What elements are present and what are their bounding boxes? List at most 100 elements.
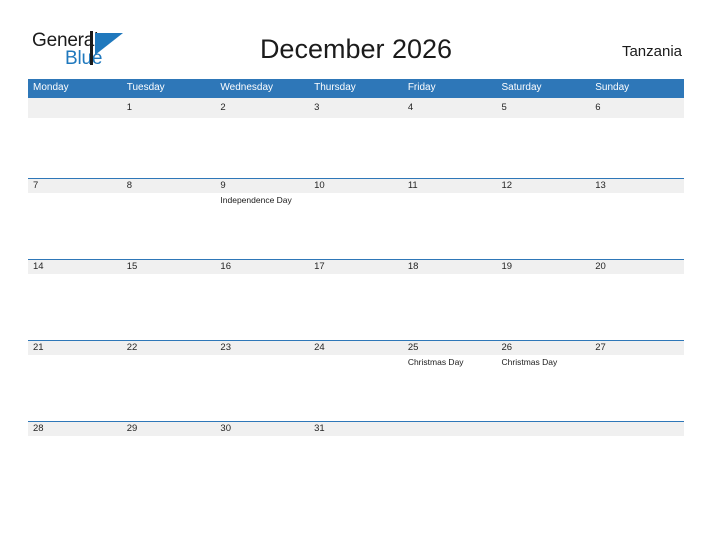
day-number: 2 xyxy=(220,102,226,113)
day-cell[interactable]: 31 xyxy=(309,422,403,436)
day-events xyxy=(215,436,309,437)
day-events xyxy=(309,274,403,275)
day-events xyxy=(497,118,591,119)
day-cell[interactable]: 12 xyxy=(497,179,591,193)
country-label: Tanzania xyxy=(621,43,682,60)
day-cell[interactable]: 30 xyxy=(215,422,309,436)
day-events xyxy=(590,193,684,206)
weekday-header-saturday: Saturday xyxy=(501,82,542,93)
day-cell[interactable]: 18 xyxy=(403,260,497,274)
date-number-band: 28 29 30 31 xyxy=(28,422,684,436)
calendar-week-row: 28 29 30 31 xyxy=(28,421,684,455)
day-cell[interactable]: 27 xyxy=(590,341,684,355)
day-events xyxy=(497,193,591,206)
date-number-band: 7 8 9 10 11 12 13 xyxy=(28,179,684,193)
day-cell[interactable]: 26 xyxy=(497,341,591,355)
weekday-header-row: Monday Tuesday Wednesday Thursday Friday… xyxy=(28,79,684,97)
date-number-band: 1 2 3 4 5 6 xyxy=(28,98,684,118)
day-cell[interactable]: 8 xyxy=(122,179,216,193)
day-cell[interactable]: 17 xyxy=(309,260,403,274)
weekday-header-wednesday: Wednesday xyxy=(220,82,274,93)
day-cell[interactable]: 11 xyxy=(403,179,497,193)
day-cell[interactable]: 15 xyxy=(122,260,216,274)
day-events xyxy=(28,355,122,368)
day-cell[interactable] xyxy=(403,422,497,436)
day-events xyxy=(403,118,497,119)
day-cell[interactable]: 20 xyxy=(590,260,684,274)
event-label: Christmas Day xyxy=(501,357,558,367)
day-cell[interactable]: 9 xyxy=(215,179,309,193)
date-number-band: 21 22 23 24 25 26 27 xyxy=(28,341,684,355)
day-number: 13 xyxy=(595,180,606,191)
day-cell[interactable]: 13 xyxy=(590,179,684,193)
day-cell[interactable] xyxy=(497,422,591,436)
calendar-week-row: 21 22 23 24 25 26 27 Christmas Day Chris… xyxy=(28,340,684,421)
day-cell[interactable]: 10 xyxy=(309,179,403,193)
day-events xyxy=(309,355,403,368)
page-header: General Blue December 2026 Tanzania xyxy=(0,0,712,78)
day-cell[interactable]: 2 xyxy=(215,98,309,118)
day-number: 26 xyxy=(501,342,513,353)
day-events xyxy=(497,436,591,437)
weekday-header-tuesday: Tuesday xyxy=(126,82,165,93)
day-number: 17 xyxy=(314,261,325,272)
day-cell[interactable] xyxy=(28,98,122,118)
day-events xyxy=(309,118,403,119)
day-number: 25 xyxy=(407,342,419,353)
day-number: 14 xyxy=(33,261,44,272)
day-events xyxy=(122,274,216,275)
day-number: 11 xyxy=(407,180,418,191)
day-events xyxy=(590,355,684,368)
day-cell[interactable]: 1 xyxy=(122,98,216,118)
day-number: 1 xyxy=(126,102,132,113)
day-events xyxy=(215,274,309,275)
day-cell[interactable]: 29 xyxy=(122,422,216,436)
day-number: 12 xyxy=(501,180,513,191)
day-cell[interactable]: 7 xyxy=(28,179,122,193)
day-cell[interactable]: 19 xyxy=(497,260,591,274)
day-cell[interactable]: 22 xyxy=(122,341,216,355)
day-cell[interactable]: 14 xyxy=(28,260,122,274)
calendar-week-row: 7 8 9 10 11 12 13 Independence Day xyxy=(28,178,684,259)
day-cell[interactable]: 24 xyxy=(309,341,403,355)
day-cell[interactable]: 28 xyxy=(28,422,122,436)
day-number: 4 xyxy=(407,102,414,113)
event-band: Christmas Day Christmas Day xyxy=(28,355,684,368)
day-events xyxy=(28,274,122,275)
day-events: Christmas Day xyxy=(497,355,591,368)
day-cell[interactable]: 4 xyxy=(403,98,497,118)
day-number: 9 xyxy=(220,180,226,191)
day-number: 30 xyxy=(220,423,231,434)
day-events: Christmas Day xyxy=(403,355,497,368)
day-number: 8 xyxy=(126,180,132,191)
day-number: 31 xyxy=(314,423,325,434)
day-events xyxy=(122,436,216,437)
day-cell[interactable]: 5 xyxy=(497,98,591,118)
calendar-week-row: 1 2 3 4 5 6 xyxy=(28,97,684,178)
date-number-band: 14 15 16 17 18 19 20 xyxy=(28,260,684,274)
day-cell[interactable]: 3 xyxy=(309,98,403,118)
day-events xyxy=(309,193,403,206)
day-cell[interactable]: 23 xyxy=(215,341,309,355)
weekday-header-sunday: Sunday xyxy=(595,82,630,93)
day-cell[interactable] xyxy=(590,422,684,436)
event-label: Christmas Day xyxy=(407,357,464,367)
day-number: 15 xyxy=(126,261,138,272)
day-number: 18 xyxy=(407,261,419,272)
day-events xyxy=(590,436,684,437)
day-cell[interactable]: 6 xyxy=(590,98,684,118)
day-number: 6 xyxy=(595,102,601,113)
day-cell[interactable]: 21 xyxy=(28,341,122,355)
day-events xyxy=(122,355,216,368)
day-cell[interactable]: 25 xyxy=(403,341,497,355)
day-events xyxy=(403,274,497,275)
day-events: Independence Day xyxy=(215,193,309,206)
day-cell[interactable]: 16 xyxy=(215,260,309,274)
weekday-header-thursday: Thursday xyxy=(314,82,356,93)
day-number: 16 xyxy=(220,261,231,272)
day-events xyxy=(403,193,497,206)
day-number: 5 xyxy=(501,102,507,113)
calendar-grid: Monday Tuesday Wednesday Thursday Friday… xyxy=(28,79,684,455)
day-events xyxy=(215,355,309,368)
day-number: 21 xyxy=(33,342,44,353)
